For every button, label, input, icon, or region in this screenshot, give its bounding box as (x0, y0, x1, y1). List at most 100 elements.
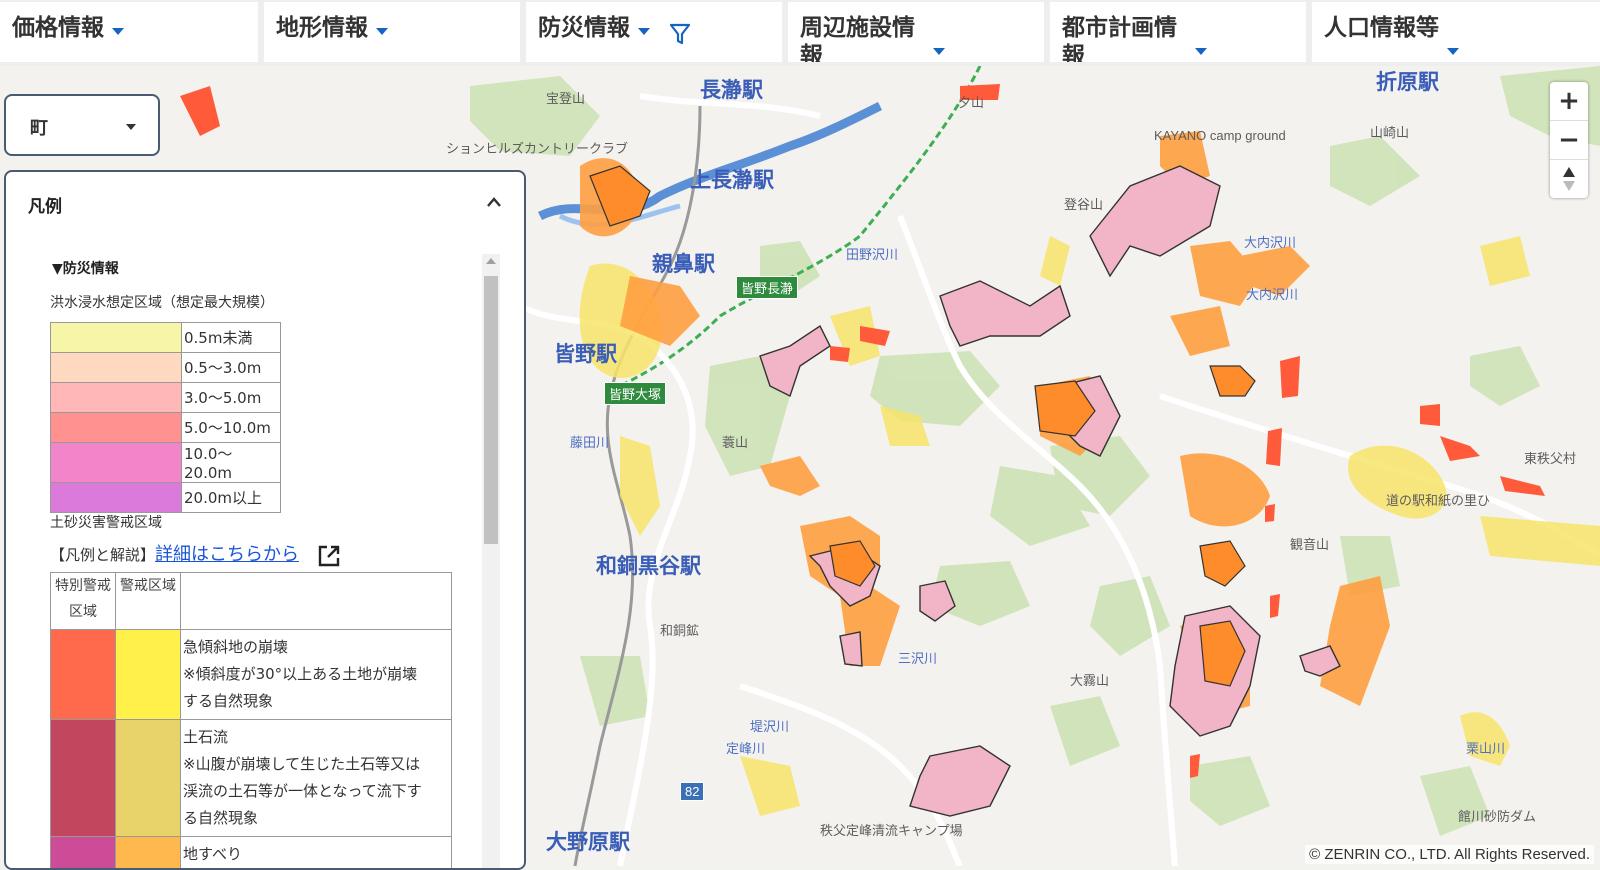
sediment-line: する自然現象 (183, 688, 449, 715)
sediment-line: ※傾斜度が30°以上ある土地が崩壊 (183, 661, 449, 688)
flood-label: 0.5～3.0m (182, 353, 281, 383)
sediment-line: 地すべり (183, 841, 449, 868)
map-label-ouchisawa-2: 大内沢川 (1246, 284, 1298, 303)
map-label-higashichichibu: 東秩父村 (1524, 448, 1576, 467)
map-label-minano-station: 皆野駅 (554, 338, 617, 368)
sediment-legend-table: 特別警戒区域 警戒区域 急傾斜地の崩壊 ※傾斜度が30°以上ある土地が崩壊 する… (50, 572, 452, 870)
tab-population-info[interactable]: 人口情報等 (1312, 2, 1600, 62)
map-label-yamasakisan: 山崎山 (1370, 122, 1409, 141)
warning-zone-swatch (116, 720, 181, 837)
tab-terrain-info-label: 地形情報 (276, 14, 368, 42)
special-zone-header: 特別警戒区域 (51, 573, 116, 630)
map-label-nagatoro-station: 長瀞駅 (700, 74, 763, 104)
tab-nearby-facilities[interactable]: 周辺施設情報 (788, 2, 1044, 62)
map-label-orihara-station: 折原駅 (1376, 66, 1439, 96)
flood-label: 0.5m未満 (182, 323, 281, 353)
map-label-kayano-camp: KAYANO camp ground (1154, 128, 1286, 143)
flood-swatch (51, 353, 182, 383)
chevron-down-icon (638, 28, 650, 35)
flood-legend-title: 洪水浸水想定区域（想定最大規模） (50, 292, 274, 312)
flood-swatch (51, 323, 182, 353)
flood-label: 3.0～5.0m (182, 383, 281, 413)
map-label-hakuyama: 蓑山 (722, 432, 748, 451)
map-label-camp: 秩父定峰清流キャンプ場 (820, 820, 963, 839)
category-tab-bar: 価格情報 地形情報 防災情報 周辺施設情報 都市計画情報 人口情報等 (0, 0, 1600, 66)
flood-legend-table: 0.5m未満 0.5～3.0m 3.0～5.0m 5.0～10.0m 10.0～… (50, 322, 281, 513)
map-label-fujita: 藤田川 (570, 432, 609, 451)
compass-icon (1562, 166, 1576, 192)
map-label-oyumiyama: 大霧山 (1070, 670, 1109, 689)
map-label-kami-nagatoro-station: 上長瀞駅 (690, 164, 774, 194)
chevron-down-icon (376, 28, 388, 35)
sediment-legend-row: 急傾斜地の崩壊 ※傾斜度が30°以上ある土地が崩壊 する自然現象 (51, 630, 452, 720)
flood-label: 10.0～20.0m (182, 443, 281, 483)
flood-legend-row: 10.0～20.0m (51, 443, 281, 483)
zoom-out-button[interactable]: − (1550, 121, 1588, 160)
map-label-minano-osato-ic: 皆野大塚 (604, 382, 666, 405)
sediment-line: 土石流 (183, 724, 449, 751)
scrollbar-thumb[interactable] (484, 276, 498, 544)
flood-swatch (51, 443, 182, 483)
tab-terrain-info[interactable]: 地形情報 (264, 2, 520, 62)
map-label-country-club: ションヒルズカントリークラブ (446, 138, 628, 157)
sediment-legend-title: 土砂災害警戒区域 (50, 512, 162, 532)
flood-swatch (51, 383, 182, 413)
sediment-detail-link[interactable]: 詳細はこちらから (155, 544, 299, 565)
map-label-michinoeki: 道の駅和紙の里ひ (1386, 490, 1490, 509)
sediment-legend-row: 地すべり (51, 837, 452, 870)
sediment-legend-row: 土石流 ※山腹が崩壊して生じた土石等又は 渓流の土石等が一体となって流下す る自… (51, 720, 452, 837)
tab-price-info[interactable]: 価格情報 (0, 2, 258, 62)
legend-content: ▼防災情報 洪水浸水想定区域（想定最大規模） 0.5m未満 0.5～3.0m 3… (6, 250, 491, 870)
flood-legend-row: 3.0～5.0m (51, 383, 281, 413)
map-label-hodosan: 宝登山 (546, 88, 585, 107)
map-copyright: © ZENRIN CO., LTD. All Rights Reserved. (1305, 845, 1594, 864)
filter-icon (669, 22, 691, 46)
chevron-down-icon (126, 124, 136, 130)
map-label-wadokoseki: 和銅鉱 (660, 620, 699, 639)
chevron-down-icon (1195, 48, 1207, 55)
sediment-explain-prefix: 【凡例と解説】 (50, 546, 155, 564)
zoom-in-button[interactable]: + (1550, 82, 1588, 121)
chevron-up-icon[interactable] (486, 196, 502, 208)
legend-section-title: ▼防災情報 (52, 258, 119, 278)
chevron-down-icon (933, 48, 945, 55)
map-label-oyahana-station: 親鼻駅 (652, 248, 715, 278)
tab-disaster-info[interactable]: 防災情報 (526, 2, 782, 62)
town-select[interactable]: 町 (4, 94, 160, 156)
legend-scrollbar[interactable] (482, 254, 500, 870)
external-link-icon[interactable] (317, 544, 341, 568)
flood-swatch (51, 483, 182, 513)
warning-zone-swatch (116, 630, 181, 720)
map-label-kuriyama: 栗山川 (1466, 738, 1505, 757)
map-label-minano-nagatoro-ic: 皆野長瀞 (736, 276, 798, 299)
town-select-value: 町 (30, 114, 48, 140)
flood-legend-row: 20.0m以上 (51, 483, 281, 513)
compass-reset-button[interactable] (1550, 160, 1588, 198)
map-label-tanonosawa: 田野沢川 (846, 244, 898, 263)
sediment-explain: 【凡例と解説】詳細はこちらから (50, 540, 341, 568)
map-label-wadokuroya-station: 和銅黒谷駅 (596, 550, 701, 580)
map-label-tonoyama: 登谷山 (1064, 194, 1103, 213)
legend-panel: 凡例 ▼防災情報 洪水浸水想定区域（想定最大規模） 0.5m未満 0.5～3.0… (4, 170, 526, 870)
tab-nearby-facilities-label: 周辺施設情報 (800, 14, 925, 62)
map-label-oyoshi: 夕山 (958, 92, 984, 111)
map-label-onohara-station: 大野原駅 (546, 826, 630, 856)
flood-legend-row: 0.5～3.0m (51, 353, 281, 383)
sediment-line: ※山腹が崩壊して生じた土石等又は (183, 751, 449, 778)
tab-disaster-info-label: 防災情報 (538, 14, 630, 42)
tab-city-planning[interactable]: 都市計画情報 (1050, 2, 1306, 62)
flood-label: 5.0～10.0m (182, 413, 281, 443)
sediment-description: 土石流 ※山腹が崩壊して生じた土石等又は 渓流の土石等が一体となって流下す る自… (181, 720, 452, 837)
chevron-down-icon (1447, 48, 1459, 55)
legend-title: 凡例 (28, 192, 62, 217)
special-zone-swatch (51, 720, 116, 837)
zoom-controls: + − (1550, 82, 1588, 198)
special-zone-swatch (51, 837, 116, 870)
map-label-damu: 館川砂防ダム (1458, 806, 1536, 825)
warning-zone-swatch (116, 837, 181, 870)
flood-swatch (51, 413, 182, 443)
tab-population-info-label: 人口情報等 (1324, 14, 1439, 42)
map-label-teiminezawa: 定峰川 (726, 738, 765, 757)
tab-city-planning-label: 都市計画情報 (1062, 14, 1187, 62)
scroll-up-icon[interactable] (486, 258, 496, 264)
